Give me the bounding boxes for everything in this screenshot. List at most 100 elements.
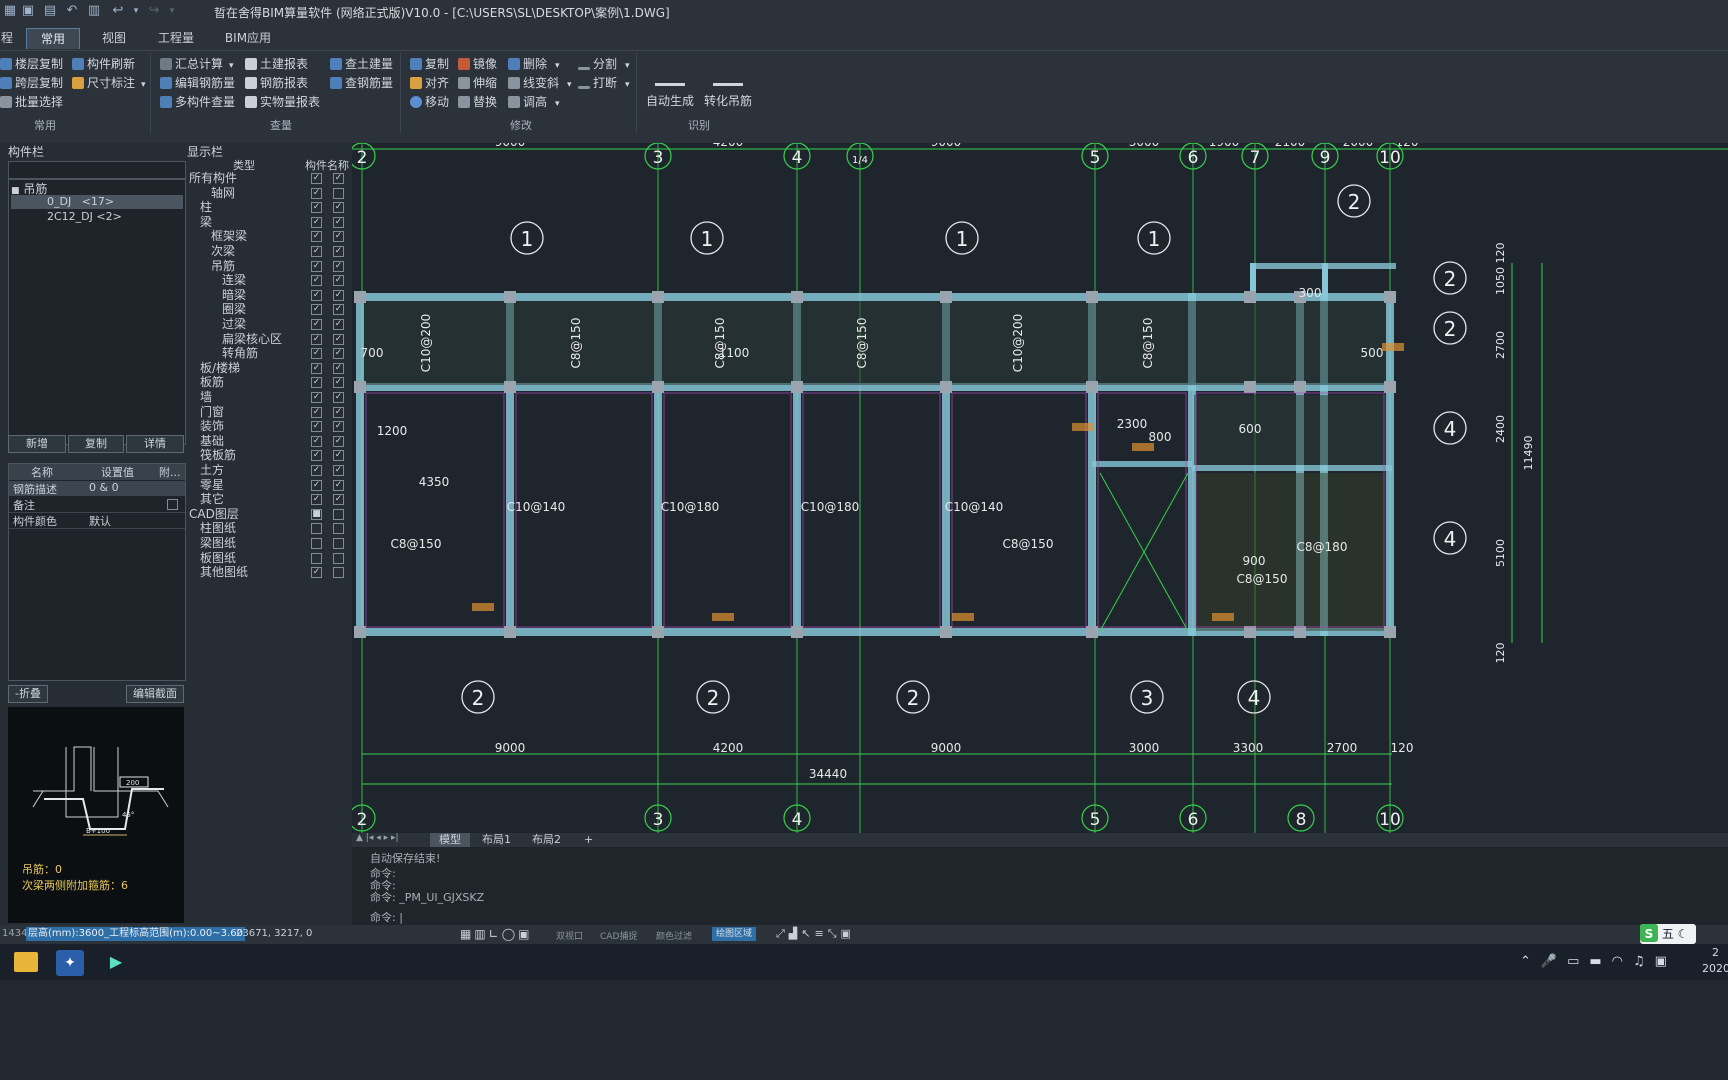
save-all-icon[interactable]: ▤ (42, 3, 58, 19)
visibility-checkbox[interactable]: ✓ (311, 231, 322, 243)
drawing-canvas[interactable]: 90004200900030001900210020001202341/4567… (352, 143, 1728, 833)
tab-view[interactable]: 视图 (94, 28, 134, 48)
visibility-checkbox[interactable]: ✓ (311, 216, 322, 228)
rebar-report-button[interactable]: 钢筋报表 (245, 75, 308, 92)
toggle-dual-viewport[interactable]: 双视口 (556, 929, 583, 942)
name-checkbox[interactable] (333, 187, 344, 199)
delete-button[interactable]: 删除 ▾ (508, 56, 560, 73)
undo-arrow-icon[interactable]: ↩ (110, 3, 126, 19)
cross-floor-copy-button[interactable]: 跨层复制 (0, 75, 63, 92)
visibility-checkbox[interactable]: ✓ (311, 173, 322, 184)
tree-item[interactable]: 0_DJ <17> (11, 195, 183, 209)
tab-layout1[interactable]: 布局1 (482, 833, 511, 847)
redo-icon[interactable]: ↪ (146, 3, 162, 19)
status-tools-icon[interactable]: ⤢▟↖≡⤡▣ (776, 927, 855, 941)
name-checkbox[interactable] (333, 552, 344, 564)
bim-app-icon[interactable]: ✦ (56, 950, 84, 976)
name-checkbox[interactable]: ✓ (333, 319, 344, 330)
tab-model[interactable]: 模型 (430, 833, 470, 847)
display-tree-item[interactable]: 梁 ✓ ✓ (187, 215, 352, 229)
floor-copy-button[interactable]: 楼层复制 (0, 56, 63, 73)
break-button[interactable]: 打断 ▾ (578, 75, 630, 92)
display-tree-item[interactable]: 暗梁 ✓ ✓ (187, 288, 352, 302)
name-checkbox[interactable]: ✓ (333, 231, 344, 243)
calculator-icon[interactable]: ▥ (86, 3, 102, 19)
snap-toggles-icon[interactable]: ▦▥∟◯▣ (460, 927, 533, 941)
visibility-checkbox[interactable]: ✓ (311, 421, 322, 433)
display-tree-item[interactable]: 板图纸 (187, 551, 352, 565)
display-tree-item[interactable]: 连梁 ✓ ✓ (187, 273, 352, 287)
display-tree-item[interactable]: 基础 ✓ ✓ (187, 434, 352, 448)
file-explorer-icon[interactable] (14, 952, 38, 972)
display-tree-item[interactable]: 所有构件 ✓ ✓ (187, 171, 352, 185)
display-tree-item[interactable]: 墙 ✓ ✓ (187, 390, 352, 404)
visibility-checkbox[interactable]: ✓ (311, 392, 322, 403)
name-checkbox[interactable]: ✓ (333, 246, 344, 257)
display-tree-item[interactable]: 吊筋 ✓ ✓ (187, 259, 352, 273)
visibility-checkbox[interactable] (311, 538, 322, 549)
visibility-checkbox[interactable]: ✓ (311, 494, 322, 506)
tab-layout2[interactable]: 布局2 (532, 833, 561, 847)
visibility-checkbox[interactable] (311, 523, 322, 535)
ime-toolbar[interactable]: S 五 ☾ (1640, 924, 1696, 944)
details-button[interactable]: 详情 (126, 435, 184, 453)
name-checkbox[interactable]: ✓ (333, 465, 344, 476)
quantity-report-button[interactable]: 实物量报表 (245, 94, 320, 111)
display-tree-item[interactable]: 转角筋 ✓ ✓ (187, 346, 352, 360)
split-button[interactable]: 分割 ▾ (578, 56, 630, 73)
component-refresh-button[interactable]: 构件刷新 (72, 56, 135, 73)
name-checkbox[interactable] (333, 538, 344, 549)
visibility-checkbox[interactable]: ✓ (311, 406, 322, 418)
undo-icon[interactable]: ↶ (64, 3, 80, 19)
display-tree-item[interactable]: 柱图纸 (187, 521, 352, 535)
query-rebar-button[interactable]: 查钢筋量 (330, 75, 393, 92)
undo-dropdown-icon[interactable]: ▾ (128, 3, 144, 19)
display-tree-item[interactable]: 圈梁 ✓ ✓ (187, 302, 352, 316)
name-checkbox[interactable] (333, 567, 344, 579)
name-checkbox[interactable]: ✓ (333, 450, 344, 462)
line-to-slope-button[interactable]: 线变斜 ▾ (508, 75, 572, 92)
visibility-checkbox[interactable]: ✓ (311, 479, 322, 491)
display-tree-item[interactable]: 柱 ✓ ✓ (187, 200, 352, 214)
table-row[interactable]: 构件颜色 默认 (9, 513, 185, 529)
tab-common[interactable]: 常用 (26, 28, 80, 49)
name-checkbox[interactable]: ✓ (333, 202, 344, 214)
visibility-checkbox[interactable]: ✓ (311, 187, 322, 199)
dimension-button[interactable]: 尺寸标注 ▾ (72, 75, 146, 92)
name-checkbox[interactable]: ✓ (333, 494, 344, 506)
name-checkbox[interactable]: ✓ (333, 304, 344, 316)
component-search-input[interactable] (8, 161, 186, 179)
align-button[interactable]: 对齐 (410, 75, 449, 92)
prop-checkbox[interactable] (167, 499, 178, 510)
tab-project[interactable]: 程 (0, 28, 14, 48)
menu-icon[interactable]: ▦ (2, 3, 18, 19)
collapse-button[interactable]: -折叠 (8, 685, 48, 703)
name-checkbox[interactable]: ✓ (333, 173, 344, 184)
name-checkbox[interactable]: ✓ (333, 392, 344, 403)
floor-info[interactable]: 层高(mm):3600_工程标高范围(m):0.00~3.60 (26, 927, 245, 941)
visibility-checkbox[interactable]: ✓ (311, 435, 322, 447)
display-tree-item[interactable]: 梁图纸 (187, 536, 352, 550)
edit-section-button[interactable]: 编辑截面 (126, 685, 184, 703)
name-checkbox[interactable]: ✓ (333, 406, 344, 418)
query-civil-button[interactable]: 查土建量 (330, 56, 393, 73)
visibility-checkbox[interactable]: ✓ (311, 304, 322, 316)
visibility-checkbox[interactable]: ✓ (311, 465, 322, 476)
name-checkbox[interactable] (333, 523, 344, 535)
floor-plan-drawing[interactable]: 90004200900030001900210020001202341/4567… (352, 143, 1728, 833)
mirror-button[interactable]: 镜像 (458, 56, 497, 73)
name-checkbox[interactable]: ✓ (333, 377, 344, 389)
edit-rebar-button[interactable]: 编辑钢筋量 (160, 75, 235, 92)
move-button[interactable]: 移动 (410, 94, 449, 111)
name-checkbox[interactable]: ✓ (333, 333, 344, 345)
display-tree-item[interactable]: 板/楼梯 ✓ ✓ (187, 361, 352, 375)
visibility-checkbox[interactable]: ✓ (311, 377, 322, 389)
name-checkbox[interactable]: ✓ (333, 421, 344, 433)
toggle-draw-area[interactable]: 绘图区域 (712, 927, 757, 941)
display-tree-item[interactable]: 次梁 ✓ ✓ (187, 244, 352, 258)
add-layout-button[interactable]: + (584, 833, 593, 847)
visibility-checkbox[interactable]: ✓ (311, 567, 322, 579)
adjust-height-button[interactable]: 调高 ▾ (508, 94, 560, 111)
visibility-checkbox[interactable]: ✓ (311, 348, 322, 360)
save-icon[interactable]: ▣ (20, 3, 36, 19)
